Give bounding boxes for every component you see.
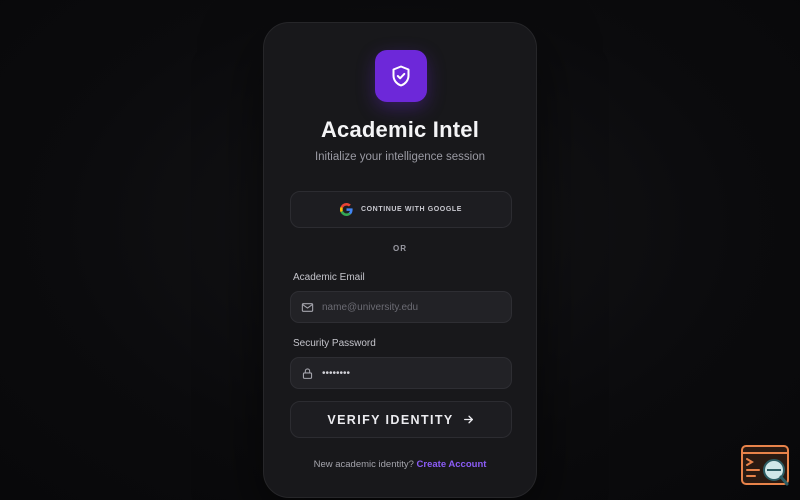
email-field[interactable]	[290, 291, 512, 323]
app-subtitle: Initialize your intelligence session	[314, 151, 486, 163]
email-input[interactable]	[322, 301, 492, 313]
or-divider: OR	[393, 244, 407, 253]
create-account-link[interactable]: Create Account	[417, 459, 487, 470]
password-label: Security Password	[293, 338, 376, 349]
password-input[interactable]	[322, 367, 492, 379]
login-card: Academic Intel Initialize your intellige…	[263, 22, 537, 498]
verify-button-label: VERIFY IDENTITY	[327, 412, 454, 427]
google-icon	[339, 203, 353, 216]
mail-icon	[301, 302, 314, 312]
password-field[interactable]	[290, 357, 512, 389]
terminal-search-icon	[741, 445, 789, 486]
page-background: Academic Intel Initialize your intellige…	[0, 0, 800, 500]
logo-tile	[375, 50, 427, 102]
signup-prompt-text: New academic identity?	[313, 459, 414, 470]
signup-prompt: New academic identity? Create Account	[264, 459, 536, 470]
terminal-search-widget[interactable]	[741, 445, 791, 487]
google-button-label: CONTINUE WITH GOOGLE	[360, 206, 463, 213]
arrow-right-icon	[463, 415, 473, 424]
email-label: Academic Email	[293, 272, 365, 283]
shield-check-icon	[392, 65, 410, 87]
verify-identity-button[interactable]: VERIFY IDENTITY	[290, 401, 512, 438]
app-title: Academic Intel	[320, 117, 480, 142]
continue-with-google-button[interactable]: CONTINUE WITH GOOGLE	[290, 191, 512, 228]
lock-icon	[302, 367, 313, 379]
